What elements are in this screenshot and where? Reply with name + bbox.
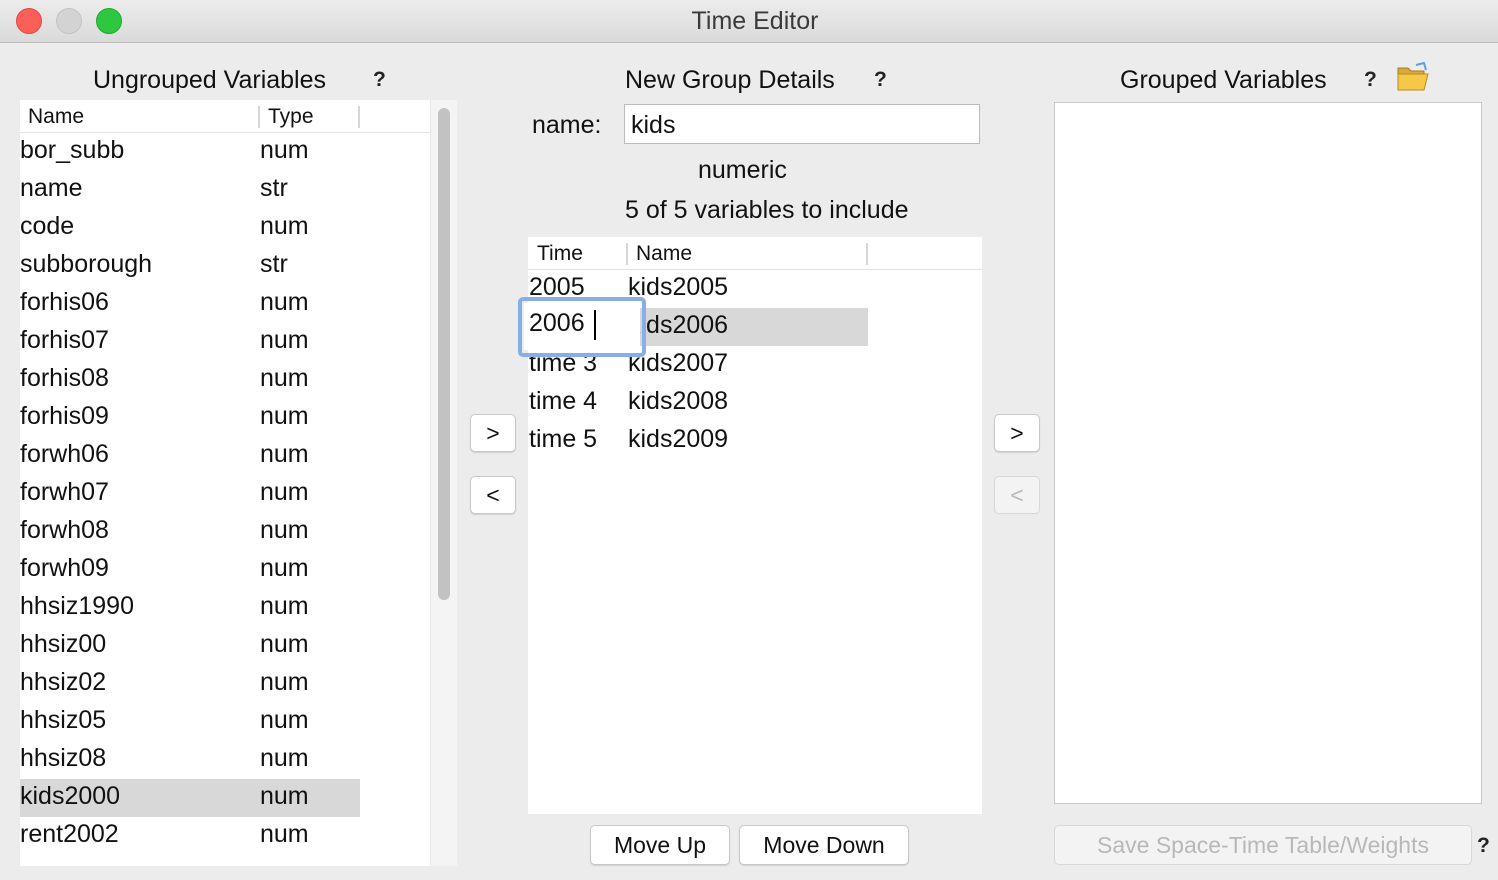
variable-type: num: [260, 440, 309, 468]
ungrouped-help-button[interactable]: ?: [373, 68, 386, 92]
ungrouped-row[interactable]: name str: [20, 171, 360, 209]
move-up-button[interactable]: Move Up: [590, 825, 730, 865]
variable-name: name: [20, 174, 83, 202]
ungrouped-list-header: Name Type: [20, 100, 430, 133]
variable-name: hhsiz02: [20, 668, 107, 696]
variable-type: num: [260, 668, 309, 696]
variable-type: num: [260, 288, 309, 316]
ungrouped-row[interactable]: code num: [20, 209, 360, 247]
variable-name: hhsiz05: [20, 706, 107, 734]
variable-name: forwh09: [20, 554, 109, 582]
variable-name: forwh08: [20, 516, 109, 544]
ungrouped-row[interactable]: hhsiz1990 num: [20, 589, 360, 627]
column-header-time[interactable]: Time: [537, 242, 583, 266]
group-details-help-button[interactable]: ?: [874, 68, 887, 92]
variable-name: subborough: [20, 250, 153, 278]
variable-type: num: [260, 402, 309, 430]
save-help-button[interactable]: ?: [1477, 834, 1490, 858]
ungrouped-row[interactable]: rent2002 num: [20, 817, 360, 855]
variable-type: num: [260, 212, 309, 240]
variable-type: num: [260, 516, 309, 544]
ungrouped-row[interactable]: forwh09 num: [20, 551, 360, 589]
grouped-variables-list[interactable]: [1054, 102, 1482, 804]
group-time-row[interactable]: time 5 kids2009: [528, 422, 868, 460]
group-time-row[interactable]: time 4 kids2008: [528, 384, 868, 422]
ungrouped-row[interactable]: hhsiz00 num: [20, 627, 360, 665]
variable-name: hhsiz00: [20, 630, 107, 658]
time-cell-editor-focus-ring: [518, 297, 646, 357]
move-down-button[interactable]: Move Down: [739, 825, 909, 865]
ungrouped-row[interactable]: forhis06 num: [20, 285, 360, 323]
ungrouped-row[interactable]: forwh08 num: [20, 513, 360, 551]
group-list-header: Time Name: [528, 237, 982, 270]
time-variable-name: kids2008: [628, 387, 729, 415]
variable-name: hhsiz1990: [20, 592, 134, 620]
variable-type: str: [260, 174, 288, 202]
name-label: name:: [532, 111, 602, 139]
group-name-input[interactable]: kids: [624, 104, 980, 144]
ungrouped-row[interactable]: hhsiz02 num: [20, 665, 360, 703]
ungrouped-row[interactable]: hhsiz05 num: [20, 703, 360, 741]
time-variable-name: kids2009: [628, 425, 729, 453]
variable-type: num: [260, 820, 309, 848]
variable-name: forwh07: [20, 478, 109, 506]
column-header-type[interactable]: Type: [268, 105, 314, 129]
remove-group-button[interactable]: <: [994, 476, 1040, 514]
grouped-variables-heading: Grouped Variables: [1120, 66, 1327, 94]
window-title: Time Editor: [691, 7, 819, 35]
variable-name: kids2000: [20, 782, 121, 810]
column-header-group-name[interactable]: Name: [636, 242, 692, 266]
add-to-group-button[interactable]: >: [470, 414, 516, 452]
variable-type: num: [260, 136, 309, 164]
ungrouped-row[interactable]: forwh07 num: [20, 475, 360, 513]
ungrouped-row[interactable]: forhis09 num: [20, 399, 360, 437]
ungrouped-row[interactable]: hhsiz08 num: [20, 741, 360, 779]
ungrouped-row[interactable]: forwh06 num: [20, 437, 360, 475]
variable-type: num: [260, 478, 309, 506]
add-group-button[interactable]: >: [994, 414, 1040, 452]
variable-name: forhis08: [20, 364, 109, 392]
variables-count-text: 5 of 5 variables to include: [625, 196, 909, 224]
ungrouped-scrollbar-thumb[interactable]: [438, 108, 450, 600]
remove-from-group-button[interactable]: <: [470, 476, 516, 514]
time-label[interactable]: time 4: [529, 387, 597, 416]
column-header-name[interactable]: Name: [28, 105, 84, 129]
new-group-details-heading: New Group Details: [625, 66, 835, 94]
variable-name: rent2002: [20, 820, 119, 848]
title-bar: Time Editor: [0, 0, 1498, 43]
variable-name: code: [20, 212, 75, 240]
variable-name: forwh06: [20, 440, 109, 468]
variable-type: num: [260, 592, 309, 620]
variable-name: forhis06: [20, 288, 109, 316]
variable-type: num: [260, 554, 309, 582]
variable-type: num: [260, 326, 309, 354]
grouped-help-button[interactable]: ?: [1364, 68, 1377, 92]
ungrouped-row[interactable]: bor_subb num: [20, 133, 360, 171]
ungrouped-variables-heading: Ungrouped Variables: [93, 66, 327, 94]
ungrouped-row[interactable]: subborough str: [20, 247, 360, 285]
time-label[interactable]: time 5: [529, 425, 597, 454]
ungrouped-row[interactable]: forhis08 num: [20, 361, 360, 399]
variable-type: num: [260, 706, 309, 734]
ungrouped-row[interactable]: kids2000 num: [20, 779, 360, 817]
variable-name: forhis09: [20, 402, 109, 430]
variable-type: num: [260, 744, 309, 772]
save-space-time-table-button[interactable]: Save Space-Time Table/Weights: [1054, 825, 1472, 865]
group-type-text: numeric: [698, 156, 787, 184]
folder-open-icon[interactable]: [1396, 61, 1430, 92]
variable-type: num: [260, 782, 309, 810]
variable-name: forhis07: [20, 326, 109, 354]
variable-name: bor_subb: [20, 136, 125, 164]
ungrouped-row[interactable]: forhis07 num: [20, 323, 360, 361]
variable-type: num: [260, 364, 309, 392]
ungrouped-variables-list[interactable]: Name Type bor_subb num name str code num subbo…: [20, 100, 456, 866]
variable-type: str: [260, 250, 288, 278]
variable-type: num: [260, 630, 309, 658]
variable-name: hhsiz08: [20, 744, 107, 772]
